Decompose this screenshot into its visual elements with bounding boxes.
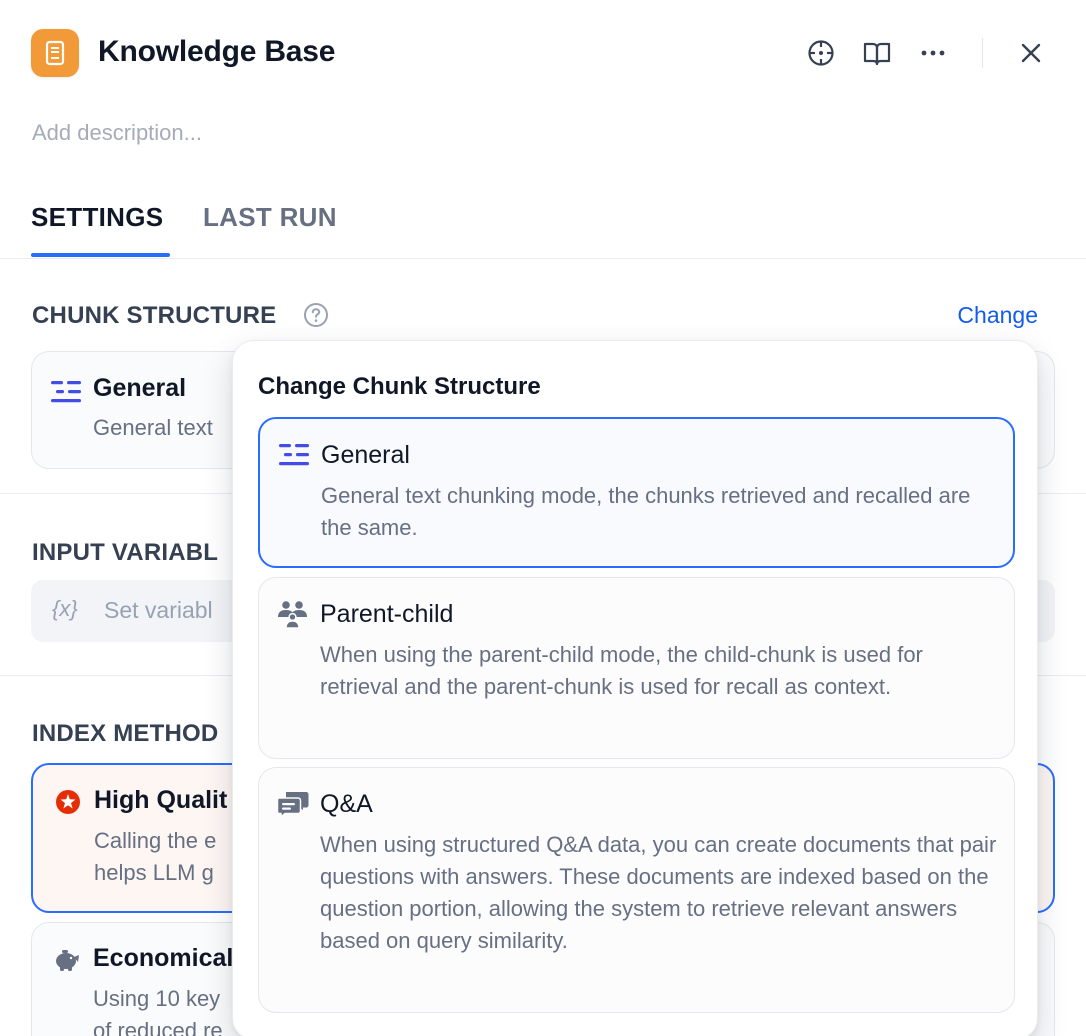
economical-text-1: Using 10 key	[93, 986, 221, 1011]
qa-option-title: Q&A	[320, 790, 373, 818]
more-icon[interactable]	[918, 38, 948, 68]
current-structure-text: General text	[93, 415, 213, 440]
variable-icon: {x}	[52, 596, 78, 621]
current-structure-title: General	[93, 374, 187, 402]
crosshair-icon[interactable]	[806, 38, 836, 68]
active-tab-indicator	[31, 253, 170, 257]
general-option-title: General	[321, 441, 410, 469]
input-variables-label: INPUT VARIABL	[32, 539, 219, 566]
change-chunk-structure-popover: Change Chunk Structure General General t…	[232, 340, 1038, 1036]
qa-chat-icon	[277, 792, 309, 818]
description-input[interactable]: Add description...	[32, 120, 202, 146]
high-quality-text-1: Calling the e	[94, 828, 217, 853]
page-title: Knowledge Base	[98, 35, 336, 68]
general-chunk-icon	[51, 381, 81, 403]
book-icon	[45, 40, 65, 66]
change-chunk-structure-button[interactable]: Change	[957, 302, 1038, 329]
chunk-option-qa[interactable]: Q&A When using structured Q&A data, you …	[258, 767, 1015, 1013]
high-quality-title: High Qualit	[94, 786, 228, 814]
chunk-option-general[interactable]: General General text chunking mode, the …	[258, 417, 1015, 568]
tab-last-run[interactable]: LAST RUN	[203, 202, 337, 233]
parent-child-option-title: Parent-child	[320, 600, 454, 628]
general-option-text: General text chunking mode, the chunks r…	[321, 483, 971, 540]
tabs-divider	[0, 258, 1086, 259]
parent-child-icon	[278, 601, 307, 628]
close-icon[interactable]	[1016, 38, 1046, 68]
set-variable-placeholder: Set variabl	[104, 597, 213, 623]
knowledge-base-app-icon	[31, 29, 79, 77]
general-chunk-icon	[279, 444, 309, 466]
piggy-bank-icon	[56, 950, 79, 971]
economical-text-2: of reduced re	[93, 1018, 223, 1036]
knowledge-base-panel: Knowledge Base Add description... SETTIN…	[0, 0, 1086, 1036]
chunk-structure-label: CHUNK STRUCTURE	[32, 302, 277, 329]
high-quality-text-2: helps LLM g	[94, 860, 214, 885]
chunk-option-parent-child[interactable]: Parent-child When using the parent-child…	[258, 577, 1015, 759]
open-book-icon[interactable]	[862, 38, 892, 68]
index-method-label: INDEX METHOD	[32, 720, 219, 747]
high-quality-icon	[56, 790, 80, 814]
tab-settings[interactable]: SETTINGS	[31, 202, 163, 233]
parent-child-option-text: When using the parent-child mode, the ch…	[320, 642, 923, 699]
economical-title: Economical	[93, 944, 234, 972]
qa-option-text: When using structured Q&A data, you can …	[320, 832, 997, 953]
popover-title: Change Chunk Structure	[258, 373, 541, 400]
header-separator	[982, 38, 983, 68]
help-icon[interactable]	[303, 302, 329, 328]
